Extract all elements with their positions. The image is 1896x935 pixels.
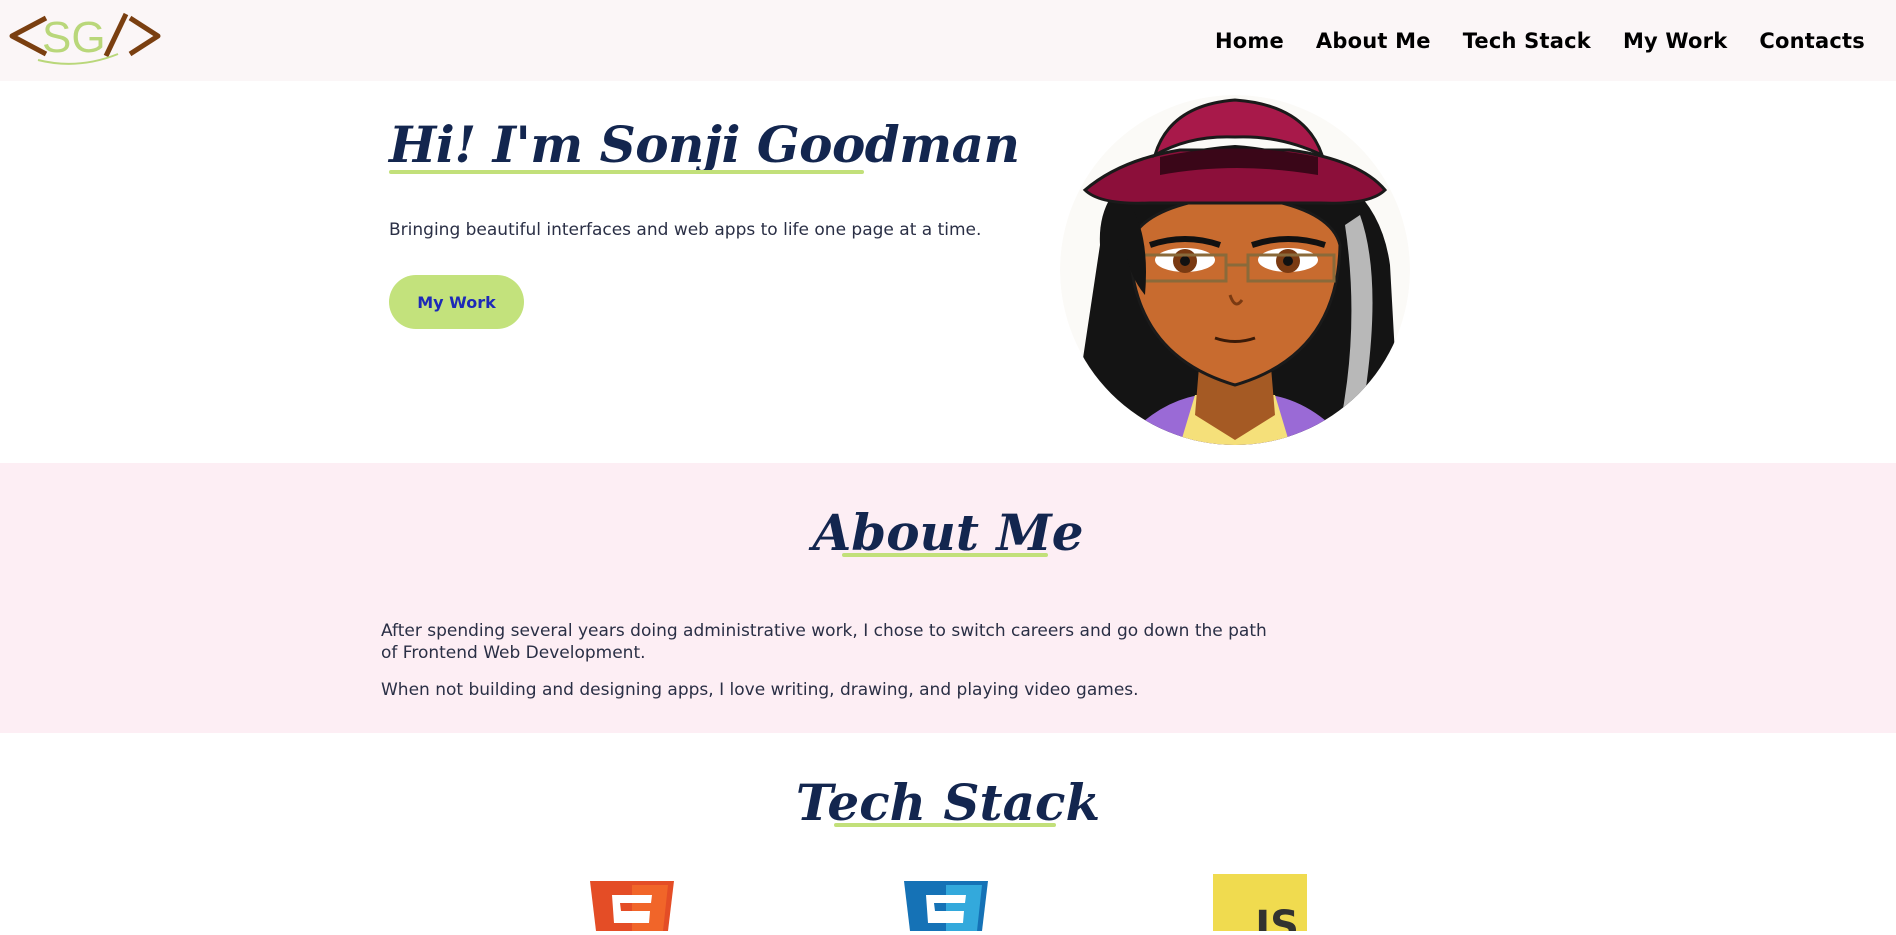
avatar [1060, 95, 1410, 445]
html5-icon [590, 881, 674, 935]
hero-title-underline [389, 170, 864, 174]
about-title-underline [842, 553, 1048, 557]
javascript-icon-label: JS [1255, 903, 1299, 931]
about-section: About Me After spending several years do… [0, 463, 1896, 733]
tech-stack-title-underline [834, 823, 1056, 827]
nav-about-me[interactable]: About Me [1316, 29, 1431, 53]
site-header: SG Home About Me Tech Stack My Work Cont… [0, 0, 1896, 81]
nav-home[interactable]: Home [1215, 29, 1284, 53]
nav-contacts[interactable]: Contacts [1759, 29, 1865, 53]
hero-subtitle: Bringing beautiful interfaces and web ap… [389, 220, 982, 240]
main-nav: Home About Me Tech Stack My Work Contact… [1183, 0, 1865, 81]
about-paragraph-2: When not building and designing apps, I … [381, 680, 1139, 700]
javascript-icon: JS [1213, 874, 1307, 931]
nav-tech-stack[interactable]: Tech Stack [1463, 29, 1591, 53]
my-work-button[interactable]: My Work [389, 275, 524, 329]
about-paragraph-1: After spending several years doing admin… [381, 621, 1267, 663]
sg-logo[interactable]: SG [8, 8, 163, 68]
hero-title: Hi! I'm Sonji Goodman [389, 115, 1020, 174]
logo-letters: SG [42, 13, 106, 62]
css3-icon [904, 881, 988, 935]
nav-my-work[interactable]: My Work [1623, 29, 1727, 53]
